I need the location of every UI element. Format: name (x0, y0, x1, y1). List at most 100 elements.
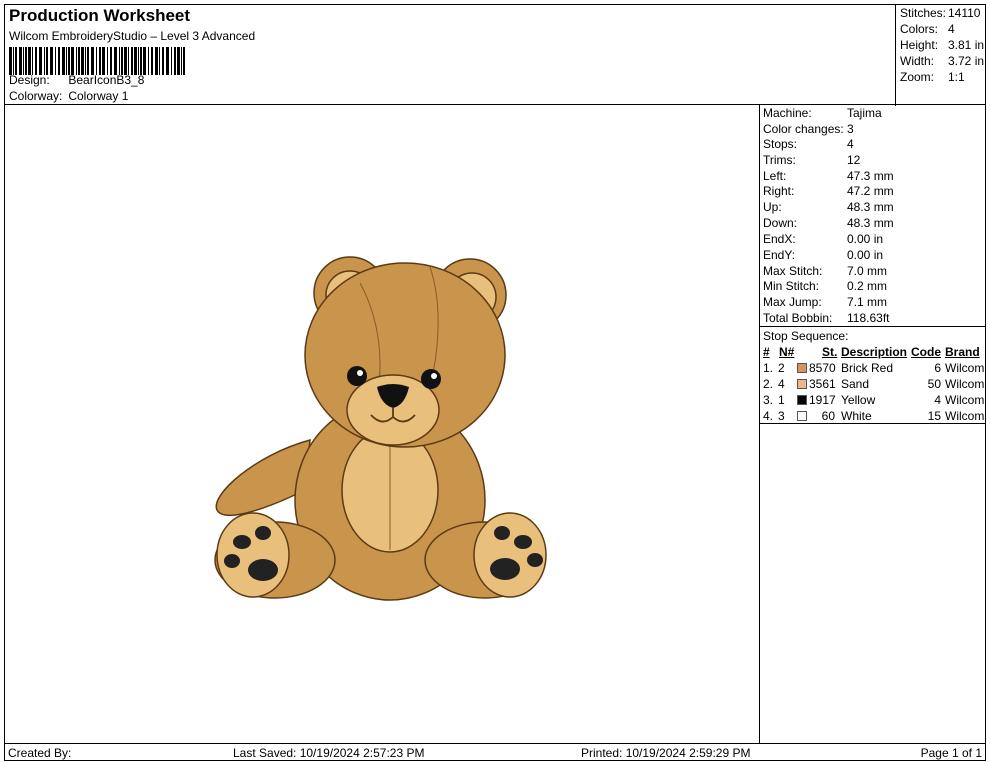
stat-label: Zoom: (900, 70, 935, 84)
prop-label: EndX: (763, 232, 796, 246)
row-n: 2 (778, 361, 785, 375)
prop-value: 0.2 mm (847, 279, 888, 293)
row-code: 50 (927, 377, 941, 391)
barcode-image (9, 47, 185, 75)
prop-value: 4 (847, 137, 854, 151)
row-brand: Wilcom (945, 377, 985, 391)
table-row: 4. 3 60 White 15 Wilcom (760, 409, 986, 425)
row-st: 60 (821, 409, 835, 423)
color-swatch (797, 363, 807, 373)
colorway-value: Colorway 1 (68, 89, 129, 103)
row-num: 1. (763, 361, 774, 375)
prop-up: Up: 48.3 mm (763, 200, 894, 214)
col-header-code: Code (911, 345, 941, 359)
prop-value: 12 (847, 153, 861, 167)
col-header-brand: Brand (945, 345, 980, 359)
row-description: Brick Red (841, 361, 894, 375)
color-swatch (797, 379, 807, 389)
created-by: Created By: (8, 746, 72, 760)
prop-color-changes: Color changes: 3 (763, 122, 854, 136)
prop-total-bobbin: Total Bobbin: 118.63ft (763, 311, 889, 325)
printed-date: Printed: 10/19/2024 2:59:29 PM (581, 746, 751, 760)
col-header-st: St. (822, 345, 838, 359)
col-header-num: # (763, 345, 770, 359)
prop-label: Down: (763, 216, 798, 230)
row-code: 15 (927, 409, 941, 423)
stat-value: 3.72 in (948, 54, 985, 68)
teddy-bear-design-image (214, 256, 547, 601)
row-code: 4 (934, 393, 941, 407)
prop-label: Min Stitch: (763, 279, 820, 293)
prop-label: EndY: (763, 248, 796, 262)
prop-label: Trims: (763, 153, 796, 167)
row-brand: Wilcom (945, 361, 985, 375)
col-header-n: N# (779, 345, 795, 359)
stat-label: Width: (900, 54, 935, 68)
stop-sequence-label: Stop Sequence: (763, 329, 849, 343)
row-num: 4. (763, 409, 774, 423)
row-code: 6 (934, 361, 941, 375)
prop-label: Color changes: (763, 122, 844, 136)
prop-label: Machine: (763, 106, 812, 120)
prop-value: 7.0 mm (847, 264, 888, 278)
stat-value: 3.81 in (948, 38, 985, 52)
row-description: White (841, 409, 872, 423)
prop-endy: EndY: 0.00 in (763, 248, 883, 262)
prop-max-jump: Max Jump: 7.1 mm (763, 295, 887, 309)
software-subtitle: Wilcom EmbroideryStudio – Level 3 Advanc… (9, 29, 256, 43)
col-header-description: Description (841, 345, 908, 359)
row-description: Sand (841, 377, 870, 391)
stat-height: Height: 3.81 in (900, 38, 984, 52)
table-row: 1. 2 8570 Brick Red 6 Wilcom (760, 361, 986, 377)
row-num: 2. (763, 377, 774, 391)
prop-label: Max Stitch: (763, 264, 823, 278)
prop-value: 47.3 mm (847, 169, 894, 183)
row-n: 4 (778, 377, 785, 391)
design-properties-panel: Machine: Tajima Color changes: 3 Stops: 4 T… (759, 104, 986, 744)
row-brand: Wilcom (945, 393, 985, 407)
design-value: BearIconB3_8 (68, 73, 145, 87)
table-row: 2. 4 3561 Sand 50 Wilcom (760, 377, 986, 393)
prop-max-stitch: Max Stitch: 7.0 mm (763, 264, 887, 278)
prop-value: 7.1 mm (847, 295, 888, 309)
stat-label: Colors: (900, 22, 939, 36)
prop-endx: EndX: 0.00 in (763, 232, 883, 246)
prop-machine: Machine: Tajima (763, 106, 882, 120)
row-brand: Wilcom (945, 409, 985, 423)
row-description: Yellow (841, 393, 876, 407)
table-row: 3. 1 1917 Yellow 4 Wilcom (760, 393, 986, 409)
stat-stitches: Stitches: 14110 (900, 6, 980, 20)
prop-label: Up: (763, 200, 782, 214)
prop-value: 118.63ft (847, 311, 890, 325)
row-n: 1 (778, 393, 785, 407)
stat-value: 14110 (948, 6, 981, 20)
colorway-row: Colorway: Colorway 1 (9, 89, 128, 103)
design-preview (4, 104, 760, 744)
prop-value: 48.3 mm (847, 216, 894, 230)
color-swatch (797, 411, 807, 421)
prop-value: 0.00 in (847, 232, 884, 246)
page-title: Production Worksheet (9, 6, 191, 25)
stop-sequence-table: Stop Sequence: # N# St. Description Code… (760, 326, 986, 424)
prop-right: Right: 47.2 mm (763, 184, 894, 198)
stat-colors: Colors: 4 (900, 22, 955, 36)
row-num: 3. (763, 393, 774, 407)
prop-value: 47.2 mm (847, 184, 894, 198)
stat-width: Width: 3.72 in (900, 54, 984, 68)
design-row: Design: BearIconB3_8 (9, 73, 144, 87)
prop-value: Tajima (847, 106, 882, 120)
worksheet-header: Production Worksheet Wilcom EmbroiderySt… (4, 4, 986, 106)
row-n: 3 (778, 409, 785, 423)
row-st: 1917 (809, 393, 836, 407)
row-st: 8570 (809, 361, 836, 375)
prop-value: 3 (847, 122, 854, 136)
prop-down: Down: 48.3 mm (763, 216, 894, 230)
prop-label: Right: (763, 184, 795, 198)
stat-value: 1:1 (948, 70, 965, 84)
prop-label: Stops: (763, 137, 798, 151)
row-st: 3561 (809, 377, 836, 391)
colorway-label: Colorway: (9, 89, 63, 103)
prop-trims: Trims: 12 (763, 153, 860, 167)
prop-stops: Stops: 4 (763, 137, 854, 151)
stat-label: Stitches: (900, 6, 947, 20)
